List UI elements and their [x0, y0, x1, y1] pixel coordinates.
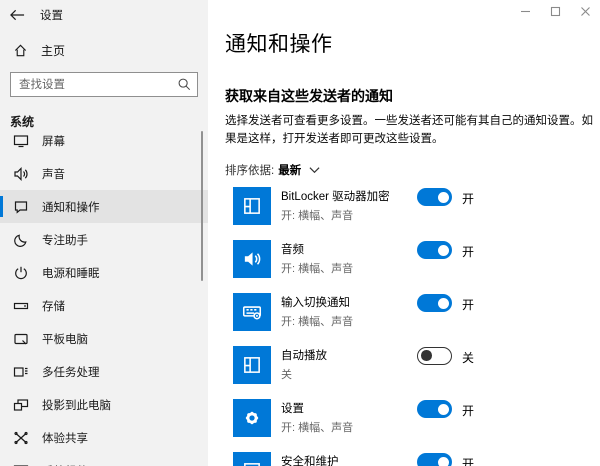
toggle-state-label: 关: [462, 351, 475, 365]
sidebar-item-shared-experiences[interactable]: 体验共享: [0, 421, 208, 454]
sidebar-item-label: 屏幕: [42, 135, 65, 148]
sidebar-item-label: 多任务处理: [42, 366, 100, 379]
sound-icon: [13, 166, 29, 182]
sidebar-nav: 屏幕 声音 通知和操作 专注助手 电源和睡眠 存储 平板电脑 多任务处理 投影到…: [0, 124, 208, 466]
sender-name: 输入切换通知: [281, 297, 350, 309]
sidebar-item-multitasking[interactable]: 多任务处理: [0, 355, 208, 388]
home-label: 主页: [41, 43, 66, 58]
sender-row: 输入切换通知 开: 横幅、声音 开: [233, 293, 583, 331]
titlebar: 设置: [0, 0, 208, 30]
sort-by-label: 排序依据:: [225, 165, 275, 177]
shared-experiences-icon: [13, 430, 29, 446]
sender-detail: 开: 横幅、声音: [281, 263, 354, 275]
sidebar-scrollbar[interactable]: [201, 131, 203, 281]
sidebar-item-home[interactable]: 主页: [0, 36, 208, 64]
sidebar-item-label: 系统组件: [42, 463, 88, 466]
sender-detail: 开: 横幅、声音: [281, 210, 354, 222]
chevron-down-icon: [309, 166, 320, 174]
sender-name: 安全和维护: [281, 456, 339, 466]
toggle-state-label: 开: [462, 457, 475, 466]
sender-row: 设置 开: 横幅、声音 开: [233, 399, 583, 437]
settings-gear-icon: [233, 399, 271, 437]
sidebar-item-label: 通知和操作: [42, 201, 100, 214]
sender-name: 自动播放: [281, 350, 327, 362]
sort-by-dropdown[interactable]: 排序依据: 最新: [225, 162, 320, 178]
home-icon: [12, 42, 28, 58]
tablet-icon: [13, 331, 29, 347]
toggle-state-label: 开: [462, 298, 475, 312]
sender-name: 音频: [281, 244, 304, 256]
multitasking-icon: [13, 364, 29, 380]
close-button[interactable]: [570, 0, 600, 22]
back-icon[interactable]: [10, 6, 34, 24]
sender-row: 音频 开: 横幅、声音 开: [233, 240, 583, 278]
toggle-switch[interactable]: [417, 294, 452, 312]
sender-row: 自动播放 关 关: [233, 346, 583, 384]
settings-window: 设置 主页 系统 屏幕 声音 通知和操作 专注助手 电: [0, 0, 600, 466]
sidebar-item-display[interactable]: 屏幕: [0, 124, 208, 157]
autoplay-icon: [233, 346, 271, 384]
sidebar-item-storage[interactable]: 存储: [0, 289, 208, 322]
sidebar-item-label: 投影到此电脑: [42, 399, 111, 412]
display-icon: [13, 133, 29, 149]
toggle-switch[interactable]: [417, 188, 452, 206]
sidebar-item-label: 专注助手: [42, 234, 88, 247]
maximize-button[interactable]: [540, 0, 570, 22]
sidebar-item-projecting[interactable]: 投影到此电脑: [0, 388, 208, 421]
audio-icon: [233, 240, 271, 278]
bitlocker-icon: [233, 187, 271, 225]
sidebar-item-label: 体验共享: [42, 432, 88, 445]
sender-name: 设置: [281, 403, 304, 415]
sidebar-item-label: 声音: [42, 168, 65, 181]
sidebar-item-power-sleep[interactable]: 电源和睡眠: [0, 256, 208, 289]
input-switch-icon: [233, 293, 271, 331]
notification-sender-list: BitLocker 驱动器加密 开: 横幅、声音 开 音频 开: 横幅、声音 开…: [233, 187, 583, 466]
sidebar-item-system-components[interactable]: 系统组件: [0, 454, 208, 466]
main-content: 通知和操作 获取来自这些发送者的通知 选择发送者可查看更多设置。一些发送者还可能…: [208, 0, 600, 466]
window-controls: [510, 0, 600, 22]
sender-detail: 开: 横幅、声音: [281, 316, 354, 328]
system-components-icon: [13, 463, 29, 466]
sender-name: BitLocker 驱动器加密: [281, 191, 390, 203]
sidebar-item-label: 平板电脑: [42, 333, 88, 346]
sidebar-item-notifications[interactable]: 通知和操作: [0, 190, 208, 223]
sender-row: 安全和维护 开: [233, 452, 583, 466]
app-title: 设置: [40, 10, 63, 22]
search-icon[interactable]: [177, 77, 191, 96]
sidebar-item-tablet[interactable]: 平板电脑: [0, 322, 208, 355]
notifications-icon: [13, 199, 29, 215]
sidebar: 设置 主页 系统 屏幕 声音 通知和操作 专注助手 电: [0, 0, 208, 466]
sidebar-item-label: 存储: [42, 300, 65, 313]
toggle-switch[interactable]: [417, 241, 452, 259]
toggle-state-label: 开: [462, 404, 475, 418]
toggle-state-label: 开: [462, 245, 475, 259]
toggle-switch[interactable]: [417, 347, 452, 365]
section-description: 选择发送者可查看更多设置。一些发送者还可能有其自己的通知设置。如果是这样，打开发…: [225, 115, 593, 146]
sidebar-item-sound[interactable]: 声音: [0, 157, 208, 190]
minimize-button[interactable]: [510, 0, 540, 22]
sender-detail: 开: 横幅、声音: [281, 422, 354, 434]
toggle-state-label: 开: [462, 192, 475, 206]
sender-row: BitLocker 驱动器加密 开: 横幅、声音 开: [233, 187, 583, 225]
toggle-switch[interactable]: [417, 400, 452, 418]
storage-icon: [13, 298, 29, 314]
search-input[interactable]: [10, 72, 198, 97]
power-sleep-icon: [13, 265, 29, 281]
sidebar-item-focus-assist[interactable]: 专注助手: [0, 223, 208, 256]
sidebar-item-label: 电源和睡眠: [42, 267, 100, 280]
projecting-icon: [13, 397, 29, 413]
sort-by-value: 最新: [278, 165, 302, 177]
search-box: [10, 72, 198, 97]
toggle-switch[interactable]: [417, 453, 452, 466]
security-maintenance-icon: [233, 452, 271, 466]
page-title: 通知和操作: [225, 33, 333, 56]
sender-detail: 关: [281, 369, 292, 381]
focus-assist-icon: [13, 232, 29, 248]
section-title: 获取来自这些发送者的通知: [225, 88, 393, 104]
